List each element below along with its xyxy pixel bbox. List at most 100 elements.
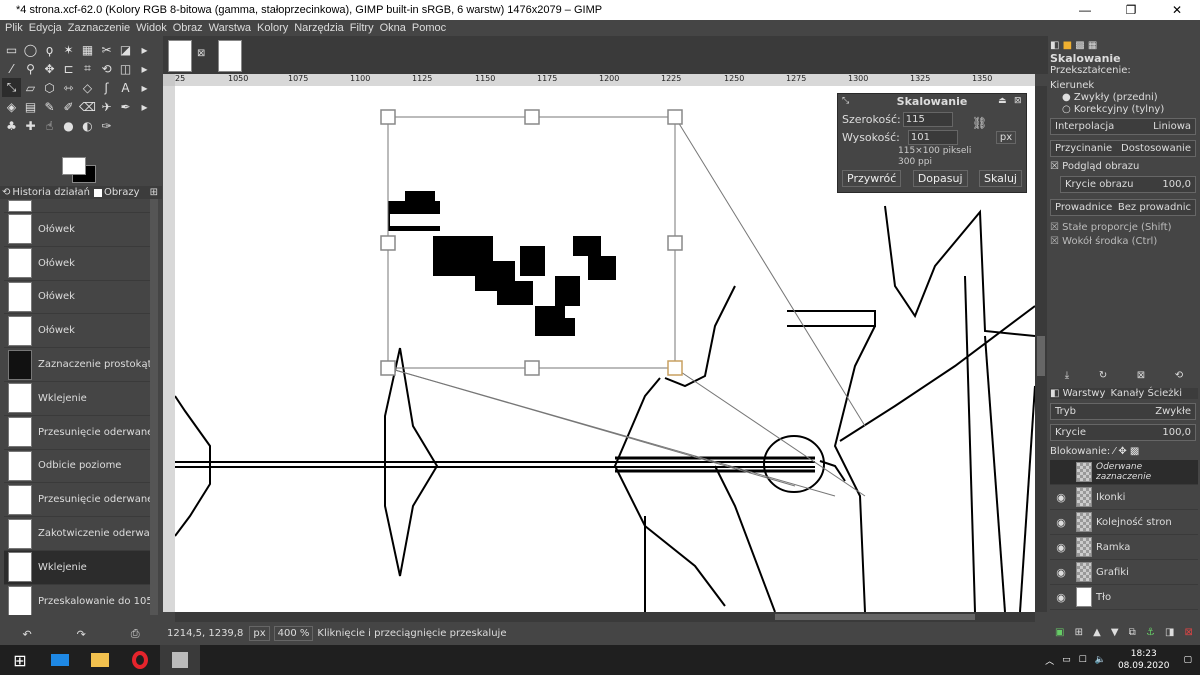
- canvas-vertical-scrollbar[interactable]: [1035, 86, 1047, 612]
- lock-position-icon[interactable]: ✥: [1118, 446, 1126, 457]
- chain-link-icon[interactable]: ⛓: [972, 116, 987, 130]
- layer-row-selected[interactable]: Oderwane zaznaczenie (Wklejona warstwa): [1050, 460, 1198, 485]
- menu-layer[interactable]: Warstwa: [209, 22, 251, 34]
- menu-filters[interactable]: Filtry: [350, 22, 374, 34]
- align-icon[interactable]: ⊏: [59, 59, 78, 78]
- eye-icon[interactable]: ◉: [1050, 541, 1072, 554]
- foreground-select-icon[interactable]: ◪: [116, 40, 135, 59]
- list-item[interactable]: Przeskalowanie do 105x9: [4, 585, 150, 615]
- duplicate-layer-icon[interactable]: ⧉: [1129, 627, 1136, 641]
- opera-icon[interactable]: [120, 645, 160, 675]
- list-item[interactable]: Odbicie poziome: [4, 450, 150, 484]
- layer-row[interactable]: ◉ Tło: [1050, 585, 1198, 610]
- guides-row[interactable]: Prowadnice Bez prowadnic: [1050, 199, 1196, 216]
- list-item[interactable]: Wklejenie: [4, 382, 150, 416]
- clipping-row[interactable]: Przycinanie Dostosowanie: [1050, 140, 1196, 157]
- perspective-icon[interactable]: ⬡: [40, 78, 59, 97]
- delete-layer-icon[interactable]: ⊠: [1185, 627, 1193, 641]
- ink-icon[interactable]: ✒: [116, 97, 135, 116]
- center-checkbox[interactable]: ☒ Wokół środka (Ctrl): [1050, 236, 1157, 247]
- fonts-icon[interactable]: ▦: [1088, 40, 1097, 51]
- warp-icon[interactable]: ʃ: [97, 78, 116, 97]
- delete-preset-icon[interactable]: ⊠: [1137, 370, 1145, 381]
- volume-icon[interactable]: 🔈: [1095, 655, 1106, 665]
- select-by-color-icon[interactable]: ▦: [78, 40, 97, 59]
- fuzzy-select-icon[interactable]: ✶: [59, 40, 78, 59]
- width-input[interactable]: [902, 111, 953, 127]
- menu-tools[interactable]: Narzędzia: [294, 22, 344, 34]
- undo-icon[interactable]: ↶: [22, 628, 31, 641]
- layer-row[interactable]: ◉ Ramka: [1050, 535, 1198, 560]
- layer-opacity-slider[interactable]: Krycie 100,0: [1050, 424, 1196, 441]
- canvas-horizontal-scrollbar[interactable]: [175, 612, 1035, 622]
- paths-icon[interactable]: ✑: [97, 116, 116, 135]
- dock-expand-icon-4[interactable]: ▸: [135, 97, 154, 116]
- list-item[interactable]: Przesunięcie oderwanego: [4, 483, 150, 518]
- dock-expand-icon-2[interactable]: ▸: [135, 59, 154, 78]
- clone-icon[interactable]: ♣: [2, 116, 21, 135]
- network-icon[interactable]: ☐: [1079, 655, 1087, 665]
- list-item-selected[interactable]: Wklejenie: [4, 550, 150, 585]
- history-row-partial[interactable]: [4, 199, 150, 213]
- scrollbar-thumb[interactable]: [1037, 336, 1045, 376]
- clear-history-icon[interactable]: ⎙: [131, 627, 140, 641]
- tray-chevron-icon[interactable]: ︿: [1045, 654, 1054, 667]
- layer-row[interactable]: ◉ Grafiki: [1050, 560, 1198, 585]
- new-layer-icon[interactable]: ▣: [1055, 627, 1064, 641]
- menu-view[interactable]: Widok: [136, 22, 167, 34]
- close-tab-icon[interactable]: ⊠: [197, 48, 205, 59]
- windows-start-icon[interactable]: ⊞: [0, 645, 40, 675]
- battery-icon[interactable]: ▭: [1062, 655, 1071, 665]
- crop-icon[interactable]: ⌗: [78, 59, 97, 78]
- maximize-button[interactable]: ❐: [1108, 3, 1154, 17]
- tab-layers[interactable]: Warstwy: [1063, 388, 1106, 399]
- dodge-icon[interactable]: ◐: [78, 116, 97, 135]
- list-item[interactable]: Zakotwiczenie oderwanego: [4, 517, 150, 551]
- notifications-icon[interactable]: ▢: [1183, 655, 1192, 665]
- lock-pixels-icon[interactable]: ⁄: [1113, 446, 1115, 457]
- foreground-color-swatch[interactable]: [62, 157, 86, 175]
- menu-image[interactable]: Obraz: [173, 22, 203, 34]
- layer-row[interactable]: ◉ Kolejność stron: [1050, 510, 1198, 535]
- color-picker-icon[interactable]: ⁄: [2, 59, 21, 78]
- radio-normal[interactable]: ● Zwykły (przedni): [1062, 92, 1158, 103]
- ellipse-select-icon[interactable]: ◯: [21, 40, 40, 59]
- anchor-layer-icon[interactable]: ⚓: [1146, 627, 1155, 641]
- tab-paths[interactable]: Ścieżki: [1147, 388, 1182, 399]
- unified-transform-icon[interactable]: ⟲: [97, 59, 116, 78]
- patterns-icon[interactable]: ▩: [1075, 40, 1084, 51]
- radio-corrective[interactable]: ○ Korekcyjny (tylny): [1062, 104, 1164, 115]
- menu-windows[interactable]: Okna: [380, 22, 406, 34]
- new-group-icon[interactable]: ⊞: [1075, 627, 1083, 641]
- paintbrush-icon[interactable]: ✐: [59, 97, 78, 116]
- dock-expand-icon-3[interactable]: ▸: [135, 78, 154, 97]
- text-icon[interactable]: A: [116, 78, 135, 97]
- smudge-icon[interactable]: ☝: [40, 116, 59, 135]
- constrain-checkbox[interactable]: ☒ Stałe proporcje (Shift): [1050, 222, 1172, 233]
- tool-options-icon[interactable]: ◧: [1050, 40, 1059, 51]
- list-item[interactable]: Ołówek: [4, 213, 150, 247]
- tab-images[interactable]: Obrazy: [104, 187, 140, 198]
- list-item[interactable]: Ołówek: [4, 314, 150, 349]
- close-dialog-icon[interactable]: ⊠: [1014, 96, 1022, 106]
- tab-undo-history[interactable]: Historia działań: [12, 187, 90, 198]
- menu-edit[interactable]: Edycja: [29, 22, 62, 34]
- image-tab-thumbnail[interactable]: [168, 40, 192, 72]
- reset-button[interactable]: Przywróć: [842, 170, 902, 187]
- menu-select[interactable]: Zaznaczenie: [68, 22, 130, 34]
- gradient-icon[interactable]: ▤: [21, 97, 40, 116]
- unit-dropdown[interactable]: px: [995, 130, 1017, 144]
- list-item[interactable]: Przesunięcie oderwanego: [4, 416, 150, 450]
- mask-icon[interactable]: ◨: [1165, 627, 1174, 641]
- airbrush-icon[interactable]: ✈: [97, 97, 116, 116]
- measure-icon[interactable]: ◫: [116, 59, 135, 78]
- lock-alpha-icon[interactable]: ▩: [1130, 446, 1139, 457]
- history-scrollbar[interactable]: [150, 199, 158, 615]
- image-opacity-slider[interactable]: Krycie obrazu 100,0: [1060, 176, 1196, 193]
- eye-icon[interactable]: ◉: [1050, 566, 1072, 579]
- tab-menu-icon[interactable]: ⊞: [150, 187, 158, 198]
- lasso-icon[interactable]: ϙ: [40, 40, 59, 59]
- restore-preset-icon[interactable]: ↻: [1099, 370, 1107, 381]
- layer-mode-row[interactable]: Tryb Zwykłe: [1050, 403, 1196, 420]
- menu-colors[interactable]: Kolory: [257, 22, 288, 34]
